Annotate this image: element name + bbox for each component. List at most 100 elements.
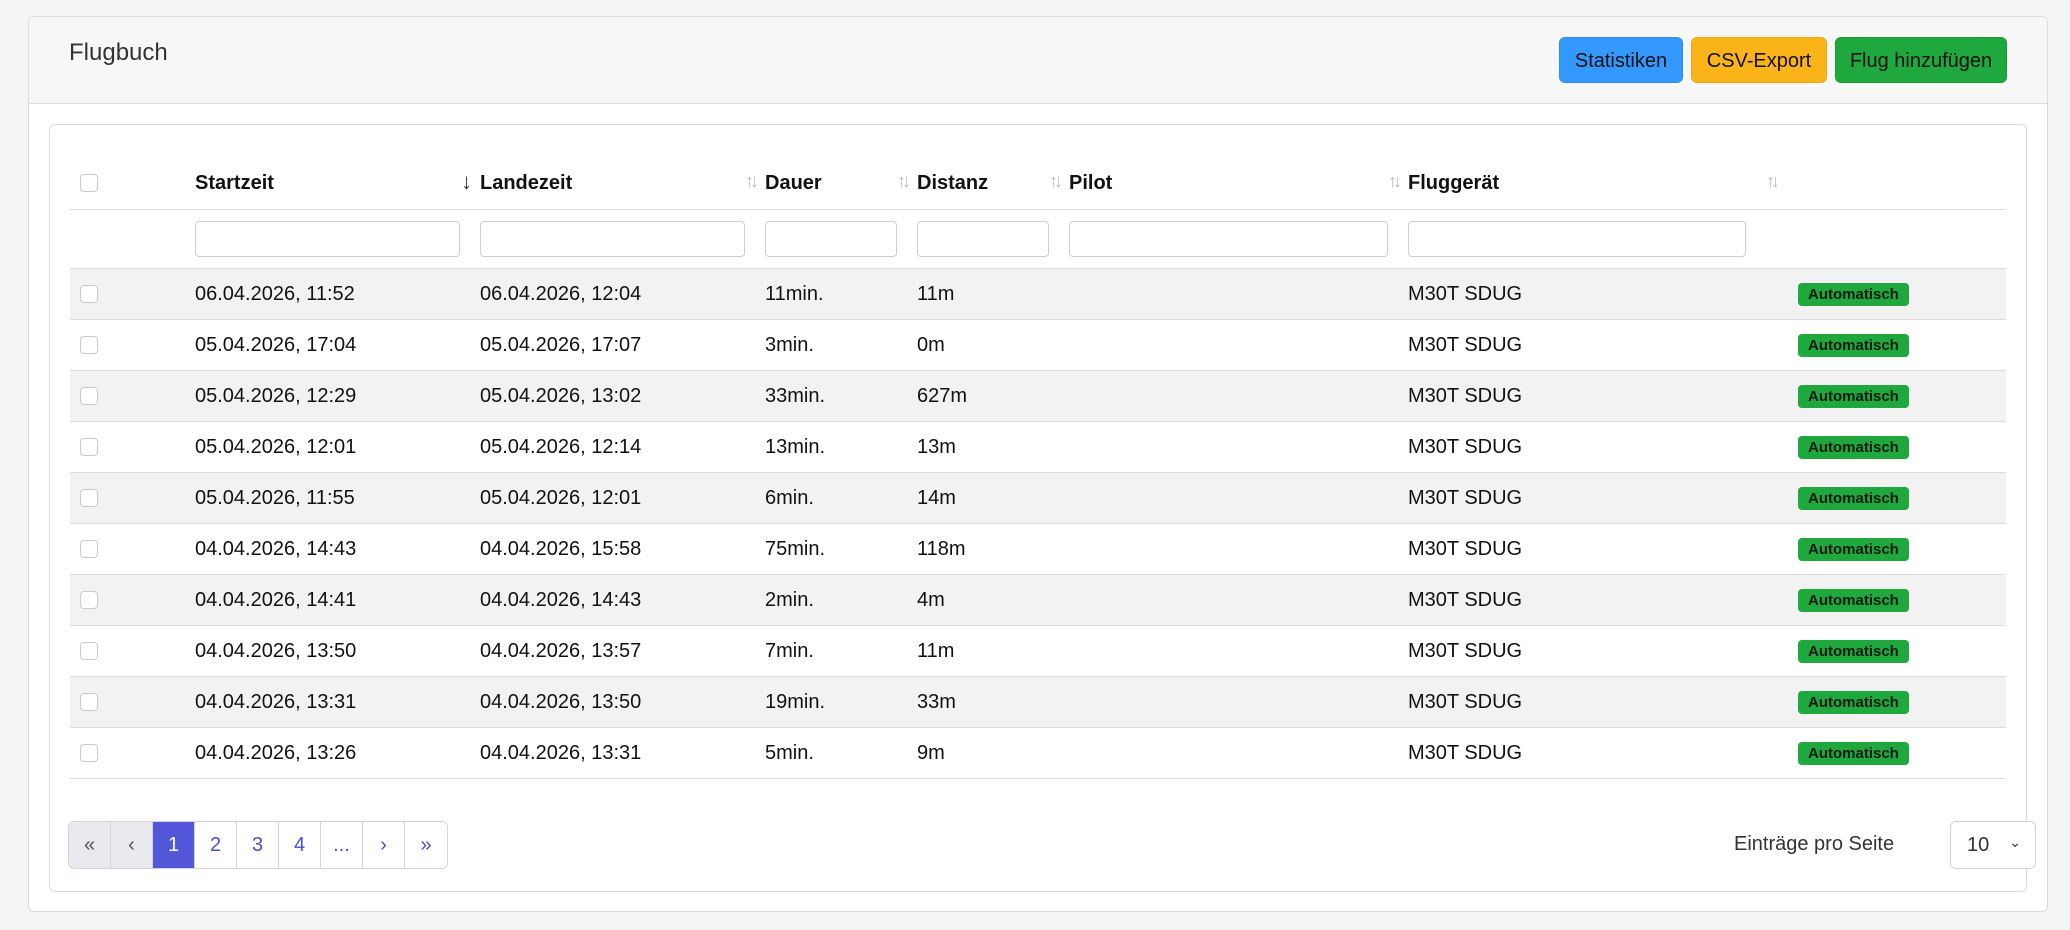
sort-desc-icon[interactable]: ↓	[461, 169, 472, 195]
filter-row	[70, 209, 2006, 269]
cell-distance: 4m	[917, 574, 1069, 626]
cell-duration: 19min.	[765, 676, 917, 728]
prev-page-button[interactable]: ‹	[111, 822, 153, 868]
cell-start: 05.04.2026, 11:55	[195, 472, 480, 524]
last-page-button[interactable]: »	[405, 822, 447, 868]
table-row[interactable]: 05.04.2026, 12:01 05.04.2026, 12:14 13min.…	[70, 421, 2006, 473]
column-header-aircraft[interactable]: Fluggerät ↑↓	[1408, 159, 1786, 210]
row-checkbox[interactable]	[80, 591, 98, 610]
row-checkbox[interactable]	[80, 285, 98, 304]
page-button[interactable]: 3	[237, 822, 279, 868]
status-badge: Automatisch	[1798, 691, 1909, 714]
cell-pilot	[1069, 523, 1408, 575]
column-label-start: Startzeit	[195, 172, 274, 194]
cell-aircraft: M30T SDUG	[1408, 268, 1786, 320]
filter-distance-input[interactable]	[917, 221, 1049, 257]
cell-land: 04.04.2026, 13:31	[480, 727, 765, 779]
page-button[interactable]: 4	[279, 822, 321, 868]
page-button[interactable]: 2	[195, 822, 237, 868]
page-button[interactable]: 1	[153, 822, 195, 868]
row-checkbox[interactable]	[80, 693, 98, 712]
table-row[interactable]: 05.04.2026, 11:55 05.04.2026, 12:01 6min. 1…	[70, 472, 2006, 524]
select-all-checkbox[interactable]	[80, 174, 98, 193]
cell-land: 05.04.2026, 12:14	[480, 421, 765, 473]
sort-icon[interactable]: ↑↓	[745, 171, 759, 192]
cell-duration: 11min.	[765, 268, 917, 320]
row-badge-cell: Automatisch	[1786, 523, 2006, 575]
row-checkbox[interactable]	[80, 540, 98, 559]
table-row[interactable]: 04.04.2026, 13:50 04.04.2026, 13:57 7min. 1…	[70, 625, 2006, 677]
column-header-land[interactable]: Landezeit ↑↓	[480, 159, 765, 210]
cell-start: 04.04.2026, 13:50	[195, 625, 480, 677]
row-badge-cell: Automatisch	[1786, 268, 2006, 320]
status-badge: Automatisch	[1798, 283, 1909, 306]
row-badge-cell: Automatisch	[1786, 319, 2006, 371]
column-header-start[interactable]: Startzeit ↓	[195, 159, 480, 210]
row-select-cell	[70, 625, 195, 677]
cell-land: 05.04.2026, 17:07	[480, 319, 765, 371]
table-row[interactable]: 04.04.2026, 14:41 04.04.2026, 14:43 2min. 4…	[70, 574, 2006, 626]
cell-duration: 5min.	[765, 727, 917, 779]
cell-pilot	[1069, 319, 1408, 371]
per-page-select[interactable]: 10 ⌄	[1950, 821, 2036, 869]
column-header-badge	[1786, 159, 2006, 210]
column-header-pilot[interactable]: Pilot ↑↓	[1069, 159, 1408, 210]
row-badge-cell: Automatisch	[1786, 370, 2006, 422]
page-ellipsis[interactable]: ...	[321, 822, 363, 868]
next-page-button[interactable]: ›	[363, 822, 405, 868]
row-checkbox[interactable]	[80, 336, 98, 355]
table-row[interactable]: 04.04.2026, 13:31 04.04.2026, 13:50 19min.…	[70, 676, 2006, 728]
status-badge: Automatisch	[1798, 487, 1909, 510]
status-badge: Automatisch	[1798, 385, 1909, 408]
sort-icon[interactable]: ↑↓	[1049, 171, 1063, 192]
column-header-duration[interactable]: Dauer ↑↓	[765, 159, 917, 210]
table-row[interactable]: 04.04.2026, 13:26 04.04.2026, 13:31 5min. 9…	[70, 727, 2006, 779]
row-select-cell	[70, 727, 195, 779]
row-badge-cell: Automatisch	[1786, 574, 2006, 626]
column-label-distance: Distanz	[917, 172, 989, 194]
filter-start-input[interactable]	[195, 221, 460, 257]
filter-cell-empty	[70, 209, 195, 269]
statistics-button[interactable]: Statistiken	[1559, 37, 1683, 83]
cell-aircraft: M30T SDUG	[1408, 421, 1786, 473]
filter-aircraft-input[interactable]	[1408, 221, 1746, 257]
sort-icon[interactable]: ↑↓	[897, 171, 911, 192]
cell-distance: 118m	[917, 523, 1069, 575]
filter-cell-pilot	[1069, 209, 1408, 269]
cell-start: 04.04.2026, 14:43	[195, 523, 480, 575]
pagination: « ‹ 1 2 3 4 ... › »	[68, 821, 448, 869]
filter-duration-input[interactable]	[765, 221, 897, 257]
csv-export-button[interactable]: CSV-Export	[1691, 37, 1827, 83]
filter-pilot-input[interactable]	[1069, 221, 1388, 257]
row-checkbox[interactable]	[80, 387, 98, 406]
cell-distance: 0m	[917, 319, 1069, 371]
table-row[interactable]: 05.04.2026, 12:29 05.04.2026, 13:02 33min.…	[70, 370, 2006, 422]
add-flight-button[interactable]: Flug hinzufügen	[1835, 37, 2007, 83]
row-select-cell	[70, 319, 195, 371]
row-select-cell	[70, 421, 195, 473]
row-checkbox[interactable]	[80, 744, 98, 763]
cell-land: 05.04.2026, 12:01	[480, 472, 765, 524]
row-checkbox[interactable]	[80, 489, 98, 508]
cell-duration: 75min.	[765, 523, 917, 575]
cell-distance: 9m	[917, 727, 1069, 779]
cell-aircraft: M30T SDUG	[1408, 676, 1786, 728]
row-checkbox[interactable]	[80, 438, 98, 457]
cell-aircraft: M30T SDUG	[1408, 523, 1786, 575]
cell-land: 06.04.2026, 12:04	[480, 268, 765, 320]
cell-pilot	[1069, 268, 1408, 320]
status-badge: Automatisch	[1798, 538, 1909, 561]
first-page-button[interactable]: «	[69, 822, 111, 868]
cell-distance: 13m	[917, 421, 1069, 473]
row-checkbox[interactable]	[80, 642, 98, 661]
page-title: Flugbuch	[69, 39, 168, 66]
table-row[interactable]: 05.04.2026, 17:04 05.04.2026, 17:07 3min. 0…	[70, 319, 2006, 371]
sort-icon[interactable]: ↑↓	[1388, 171, 1402, 192]
cell-aircraft: M30T SDUG	[1408, 472, 1786, 524]
sort-icon[interactable]: ↑↓	[1766, 171, 1780, 192]
column-header-distance[interactable]: Distanz ↑↓	[917, 159, 1069, 210]
table-row[interactable]: 06.04.2026, 11:52 06.04.2026, 12:04 11min.…	[70, 268, 2006, 320]
cell-distance: 627m	[917, 370, 1069, 422]
filter-land-input[interactable]	[480, 221, 745, 257]
table-row[interactable]: 04.04.2026, 14:43 04.04.2026, 15:58 75min.…	[70, 523, 2006, 575]
